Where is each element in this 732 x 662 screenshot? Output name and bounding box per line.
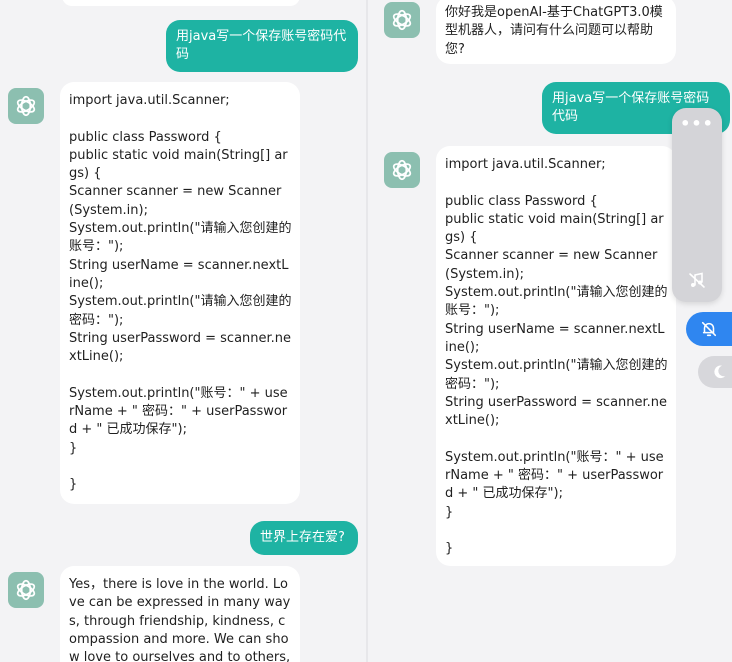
bot-avatar (8, 572, 44, 608)
mute-notification-button[interactable] (686, 312, 732, 346)
dark-mode-button[interactable] (698, 356, 732, 388)
bot-message-answer: Yes，there is love in the world. Love can… (60, 566, 300, 662)
bot-avatar (384, 152, 420, 188)
bot-avatar (8, 88, 44, 124)
bot-message-code: import java.util.Scanner; public class P… (60, 82, 300, 504)
chat-pane-right: 你好我是openAI-基于ChatGPT3.0模型机器人，请问有什么问题可以帮助… (368, 0, 732, 662)
moon-icon (714, 365, 726, 379)
user-message: 用java写一个保存账号密码代码 (166, 20, 358, 72)
openai-logo-icon (392, 9, 412, 31)
bot-avatar (384, 2, 420, 38)
openai-logo-icon (16, 95, 36, 117)
music-off-icon[interactable] (687, 270, 707, 290)
user-message: 世界上存在爱? (250, 521, 358, 555)
bell-off-icon (701, 321, 717, 337)
openai-logo-icon (392, 159, 412, 181)
bot-message-top-cut (62, 0, 300, 6)
openai-logo-icon (16, 579, 36, 601)
more-dots-icon[interactable]: ••• (672, 114, 722, 133)
bot-message-code: import java.util.Scanner; public class P… (436, 146, 676, 566)
chat-pane-left: 用java写一个保存账号密码代码 import java.util.Scanne… (0, 0, 366, 662)
floating-control-panel[interactable]: ••• (672, 108, 722, 302)
bot-message-greeting: 你好我是openAI-基于ChatGPT3.0模型机器人，请问有什么问题可以帮助… (436, 0, 676, 64)
